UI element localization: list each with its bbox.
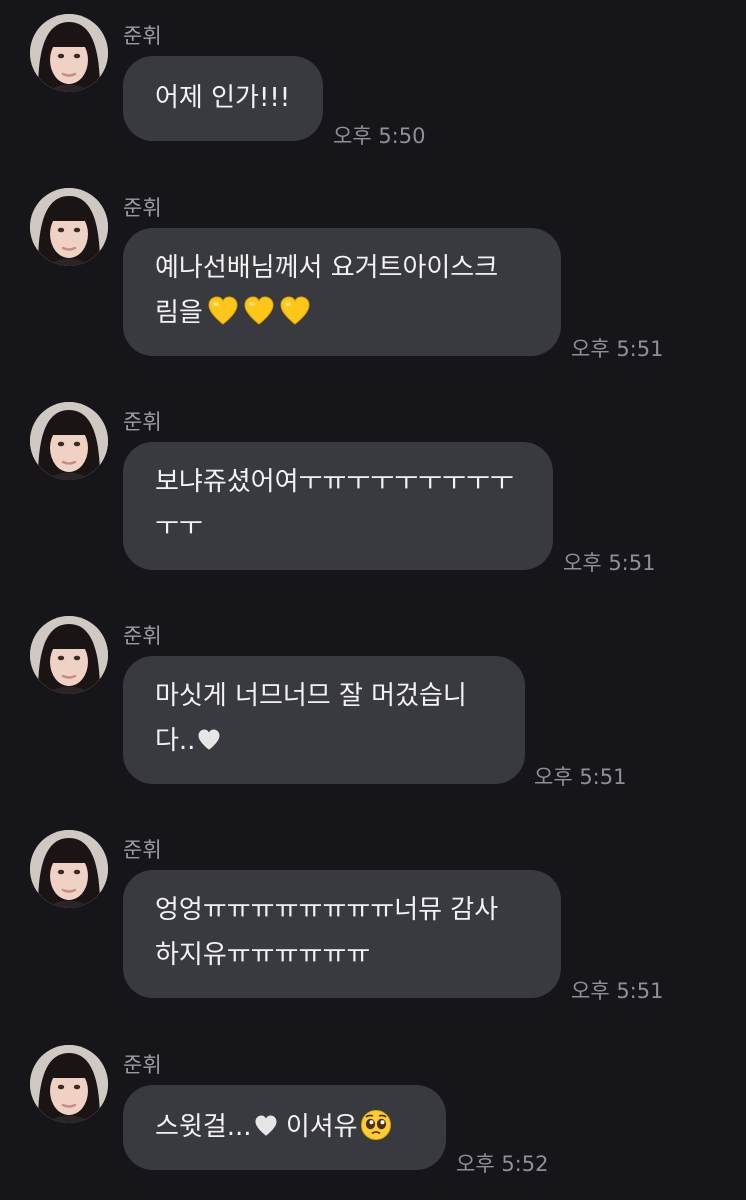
sender-name: 준휘 (123, 838, 162, 862)
timestamp: 오후 5:51 (534, 765, 627, 789)
message-text: 예나선배님께서 요거트아이스크 (155, 253, 499, 283)
avatar[interactable] (30, 1045, 108, 1123)
message-text: ㅜㅜ (155, 512, 203, 542)
sender-name: 준휘 (123, 1053, 162, 1077)
avatar[interactable] (30, 616, 108, 694)
sender-name: 준휘 (123, 24, 162, 48)
white-heart-icon (197, 722, 221, 767)
message-text: 엉엉ㅠㅠㅠㅠㅠㅠㅠㅠ너뮤 감사 (155, 895, 499, 925)
timestamp: 오후 5:50 (333, 124, 426, 148)
message-text: 어제 인가!!! (155, 83, 291, 113)
timestamp: 오후 5:51 (571, 979, 664, 1003)
message-bubble[interactable]: 보냐쥬셨어여ㅜㅠㅜㅜㅜㅜㅜㅜㅜ ㅜㅜ (123, 442, 553, 570)
message-text: 스윗걸... (155, 1112, 252, 1142)
message-text: 보냐쥬셨어여ㅜㅠㅜㅜㅜㅜㅜㅜㅜ (155, 467, 514, 497)
yellow-heart-icon (243, 295, 275, 342)
message-text: 림을 (155, 298, 203, 328)
timestamp: 오후 5:51 (563, 551, 656, 575)
message-text: 이셔유 (277, 1112, 358, 1142)
avatar[interactable] (30, 830, 108, 908)
timestamp: 오후 5:52 (456, 1152, 549, 1176)
avatar[interactable] (30, 14, 108, 92)
white-heart-icon (254, 1108, 278, 1153)
sender-name: 준휘 (123, 196, 162, 220)
message-bubble[interactable]: 스윗걸... 이셔유 (123, 1085, 446, 1170)
message-bubble[interactable]: 엉엉ㅠㅠㅠㅠㅠㅠㅠㅠ너뮤 감사 하지유ㅠㅠㅠㅠㅠㅠ (123, 870, 561, 998)
pleading-face-icon (360, 1109, 392, 1156)
message-bubble[interactable]: 예나선배님께서 요거트아이스크 림을 (123, 228, 561, 356)
sender-name: 준휘 (123, 410, 162, 434)
message-text: 마싯게 너므너므 잘 머겄습니 (155, 681, 467, 711)
timestamp: 오후 5:51 (571, 337, 664, 361)
sender-name: 준휘 (123, 624, 162, 648)
yellow-heart-icon (207, 295, 239, 342)
avatar[interactable] (30, 188, 108, 266)
message-text: 하지유ㅠㅠㅠㅠㅠㅠ (155, 940, 371, 970)
message-text: 다.. (155, 726, 196, 756)
yellow-heart-icon (279, 295, 311, 342)
message-bubble[interactable]: 어제 인가!!! (123, 56, 323, 141)
message-bubble[interactable]: 마싯게 너므너므 잘 머겄습니 다.. (123, 656, 525, 784)
avatar[interactable] (30, 402, 108, 480)
